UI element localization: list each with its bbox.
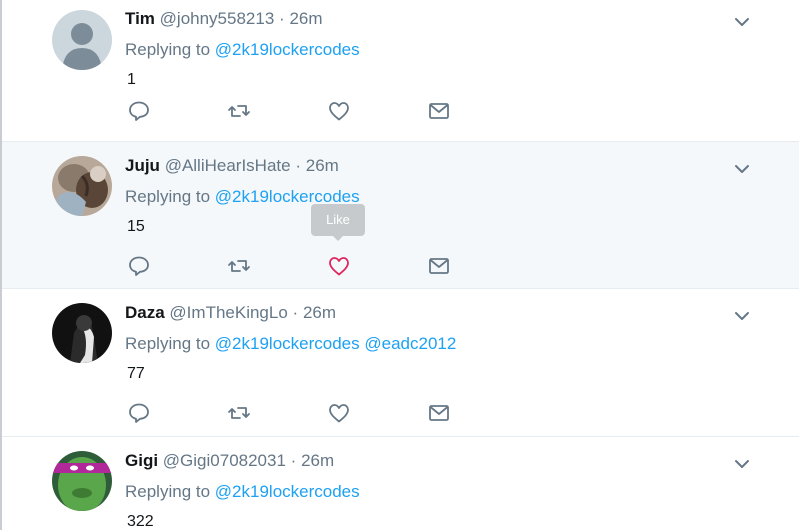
heart-icon[interactable] — [327, 401, 351, 425]
separator-dot: · — [295, 156, 301, 175]
tweet-item[interactable]: Daza @ImTheKingLo · 26m Replying to @2k1… — [2, 289, 799, 437]
retweet-icon[interactable] — [227, 401, 251, 425]
heart-icon[interactable] — [327, 254, 351, 278]
mention-link[interactable]: @2k19lockercodes — [215, 482, 360, 501]
user-handle[interactable]: @AlliHearIsHate — [165, 156, 291, 175]
tweet-text: 1 — [127, 71, 136, 88]
chevron-down-icon[interactable] — [732, 159, 752, 179]
envelope-icon[interactable] — [427, 254, 451, 278]
reply-icon[interactable] — [127, 254, 151, 278]
timestamp[interactable]: 26m — [301, 451, 334, 470]
timestamp[interactable]: 26m — [303, 303, 336, 322]
dark-photo-avatar-icon — [52, 303, 112, 363]
retweet-icon[interactable] — [227, 254, 251, 278]
mention-link[interactable]: @2k19lockercodes — [215, 40, 360, 59]
display-name[interactable]: Daza — [125, 303, 165, 322]
replying-to-label: Replying to — [125, 40, 211, 59]
tweet-item[interactable]: Tim @johny558213 · 26m Replying to @2k19… — [2, 0, 799, 142]
chevron-down-icon[interactable] — [732, 306, 752, 326]
chevron-down-icon[interactable] — [732, 454, 752, 474]
avatar[interactable] — [52, 451, 112, 511]
heart-icon[interactable] — [327, 99, 351, 123]
replying-to: Replying to @2k19lockercodes @eadc2012 — [125, 334, 456, 354]
tweet-header: Juju @AlliHearIsHate · 26m — [125, 156, 339, 176]
chevron-down-icon[interactable] — [732, 12, 752, 32]
reply-icon[interactable] — [127, 401, 151, 425]
avatar[interactable] — [52, 303, 112, 363]
separator-dot: · — [279, 9, 285, 28]
tweet-header: Tim @johny558213 · 26m — [125, 9, 323, 29]
display-name[interactable]: Gigi — [125, 451, 158, 470]
tweet-text: 77 — [127, 365, 145, 382]
tweet-text: 322 — [127, 513, 154, 530]
mention-link[interactable]: @2k19lockercodes — [215, 334, 360, 353]
user-handle[interactable]: @johny558213 — [160, 9, 275, 28]
timestamp[interactable]: 26m — [306, 156, 339, 175]
photo-avatar-icon — [52, 156, 112, 216]
replying-to-label: Replying to — [125, 482, 211, 501]
user-handle[interactable]: @Gigi07082031 — [163, 451, 286, 470]
avatar[interactable] — [52, 10, 112, 70]
avatar[interactable] — [52, 156, 112, 216]
replying-to: Replying to @2k19lockercodes — [125, 482, 360, 502]
like-tooltip: Like — [311, 204, 365, 241]
tweet-text: 15 — [127, 218, 145, 235]
display-name[interactable]: Juju — [125, 156, 160, 175]
tweet-item[interactable]: Gigi @Gigi07082031 · 26m Replying to @2k… — [2, 437, 799, 530]
user-handle[interactable]: @ImTheKingLo — [169, 303, 287, 322]
envelope-icon[interactable] — [427, 99, 451, 123]
tweet-header: Gigi @Gigi07082031 · 26m — [125, 451, 334, 471]
replying-to-label: Replying to — [125, 334, 211, 353]
replying-to: Replying to @2k19lockercodes — [125, 40, 360, 60]
reply-icon[interactable] — [127, 99, 151, 123]
default-avatar-icon — [52, 10, 112, 70]
tweet-item[interactable]: Juju @AlliHearIsHate · 26m Replying to @… — [2, 142, 799, 289]
envelope-icon[interactable] — [427, 401, 451, 425]
replying-to-label: Replying to — [125, 187, 211, 206]
timestamp[interactable]: 26m — [289, 9, 322, 28]
green-face-avatar-icon — [52, 451, 112, 511]
mention-link[interactable]: @eadc2012 — [364, 334, 456, 353]
separator-dot: · — [290, 451, 297, 470]
separator-dot: · — [292, 303, 299, 322]
display-name[interactable]: Tim — [125, 9, 155, 28]
tweet-header: Daza @ImTheKingLo · 26m — [125, 303, 336, 323]
retweet-icon[interactable] — [227, 99, 251, 123]
